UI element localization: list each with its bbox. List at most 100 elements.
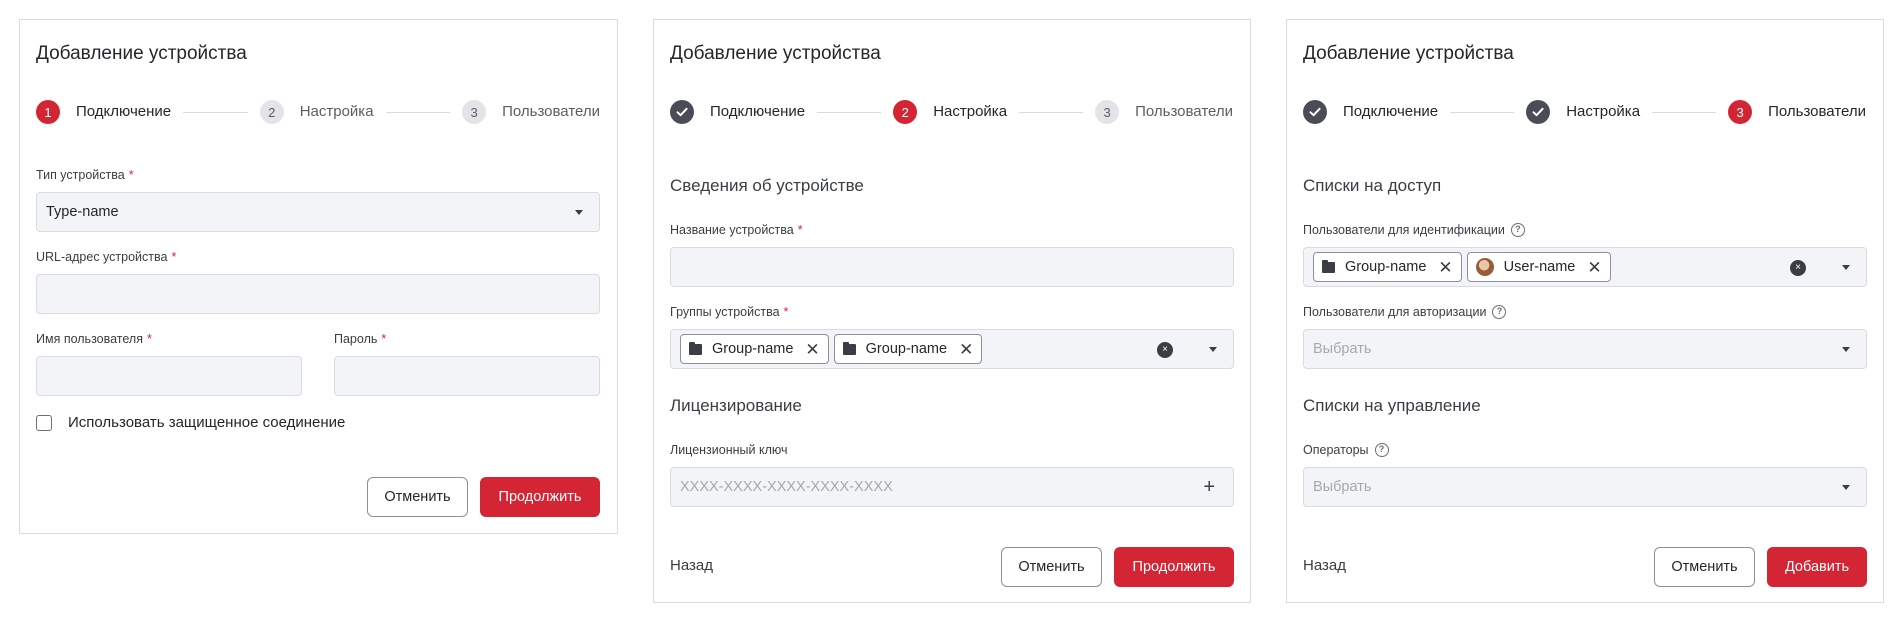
back-link[interactable]: Назад [670, 556, 713, 576]
required-mark: * [128, 168, 134, 182]
check-icon [1526, 100, 1551, 124]
password-input[interactable] [334, 356, 600, 396]
step-settings[interactable]: 2 Настройка [893, 100, 1007, 124]
secure-connection-checkbox[interactable] [36, 415, 52, 431]
required-mark: * [783, 305, 789, 319]
step-users[interactable]: 3 Пользователи [1095, 100, 1233, 124]
chevron-down-icon [1842, 485, 1850, 490]
chip-label: Group-name [712, 341, 794, 357]
step-connector [385, 111, 451, 113]
back-link[interactable]: Назад [1303, 556, 1346, 576]
user-chip: User-name ✕ [1466, 252, 1611, 282]
step-users[interactable]: 3 Пользователи [1728, 100, 1866, 124]
operators-select[interactable]: Выбрать [1303, 467, 1867, 507]
device-name-label: Название устройства * [670, 222, 803, 238]
close-icon[interactable]: ✕ [959, 341, 973, 358]
device-type-label: Тип устройства * [36, 167, 134, 183]
step-label: Подключение [710, 103, 806, 120]
add-device-dialog-step-3: Добавление устройства Подключение Настро… [1286, 19, 1884, 603]
group-chip: Group-name ✕ [833, 334, 983, 364]
close-icon[interactable]: ✕ [1587, 259, 1601, 276]
username-label: Имя пользователя * [36, 331, 152, 347]
add-button[interactable]: Добавить [1767, 547, 1867, 587]
chevron-down-icon[interactable] [1842, 265, 1850, 270]
continue-button[interactable]: Продолжить [480, 477, 600, 517]
label-text: Имя пользователя [36, 332, 143, 346]
step-connection[interactable]: 1 Подключение [36, 100, 171, 124]
step-label: Подключение [76, 103, 172, 120]
device-type-value: Type-name [46, 204, 119, 220]
ident-users-label: Пользователи для идентификации? [1303, 222, 1525, 238]
step-connection[interactable]: Подключение [1303, 100, 1438, 124]
step-settings[interactable]: 2 Настройка [259, 100, 374, 124]
device-groups-multiselect[interactable]: Group-name ✕ Group-name ✕ × [670, 329, 1234, 369]
cancel-button[interactable]: Отменить [1654, 547, 1755, 587]
help-icon[interactable]: ? [1510, 223, 1525, 237]
help-icon[interactable]: ? [1374, 443, 1389, 457]
clear-icon[interactable]: × [1157, 342, 1173, 358]
add-device-dialog-step-2: Добавление устройства Подключение 2 Наст… [653, 19, 1251, 603]
step-number-3: 3 [462, 100, 487, 124]
ident-users-multiselect[interactable]: Group-name ✕ User-name ✕ × [1303, 247, 1867, 287]
license-key-placeholder: XXXX-XXXX-XXXX-XXXX-XXXX [680, 479, 893, 495]
chevron-down-icon [575, 210, 583, 215]
label-text: Название устройства [670, 223, 794, 237]
label-text: Группы устройства [670, 305, 780, 319]
clear-icon[interactable]: × [1790, 260, 1806, 276]
folder-icon [689, 341, 702, 355]
step-label: Настройка [299, 103, 374, 120]
step-connection[interactable]: Подключение [670, 100, 805, 124]
continue-button[interactable]: Продолжить [1114, 547, 1234, 587]
label-text: Тип устройства [36, 168, 125, 182]
section-title-management: Списки на управление [1303, 396, 1481, 415]
step-number-3: 3 [1728, 100, 1753, 124]
label-text: Пользователи для авторизации [1303, 305, 1487, 319]
cancel-button[interactable]: Отменить [1001, 547, 1102, 587]
device-type-select[interactable]: Type-name [36, 192, 600, 232]
operators-placeholder: Выбрать [1313, 479, 1372, 495]
folder-icon [842, 341, 856, 355]
cancel-button[interactable]: Отменить [367, 477, 468, 517]
dialog-title: Добавление устройства [670, 43, 881, 64]
device-groups-label: Группы устройства * [670, 304, 788, 320]
label-text: Пользователи для идентификации [1303, 223, 1505, 237]
check-icon [670, 100, 694, 124]
label-text: URL-адрес устройства [36, 250, 168, 264]
license-key-input[interactable]: XXXX-XXXX-XXXX-XXXX-XXXX + [670, 467, 1234, 507]
step-number-2: 2 [259, 100, 284, 124]
step-label: Пользователи [1768, 103, 1866, 120]
auth-users-label: Пользователи для авторизации? [1303, 304, 1507, 320]
auth-users-select[interactable]: Выбрать [1303, 329, 1867, 369]
stepper: Подключение 2 Настройка 3 Пользователи [670, 100, 1233, 124]
step-number-3: 3 [1095, 100, 1120, 124]
plus-icon[interactable]: + [1203, 476, 1215, 498]
chip-label: Group-name [1345, 259, 1427, 275]
step-connector [1019, 111, 1084, 113]
add-device-dialog-step-1: Добавление устройства 1 Подключение 2 На… [19, 19, 618, 534]
required-mark: * [171, 250, 177, 264]
close-icon[interactable]: ✕ [1438, 259, 1452, 276]
url-input[interactable] [36, 274, 600, 314]
chevron-down-icon[interactable] [1209, 347, 1217, 352]
close-icon[interactable]: ✕ [805, 341, 819, 358]
help-icon[interactable]: ? [1492, 305, 1507, 319]
device-name-input[interactable] [670, 247, 1234, 287]
secure-connection-label[interactable]: Использовать защищенное соединение [68, 413, 345, 433]
step-label: Пользователи [1135, 103, 1233, 120]
section-title-access: Списки на доступ [1303, 176, 1442, 195]
license-key-label: Лицензионный ключ [670, 442, 788, 458]
step-connector [1450, 111, 1515, 113]
avatar [1475, 258, 1494, 276]
stepper: Подключение Настройка 3 Пользователи [1303, 100, 1866, 124]
username-input[interactable] [36, 356, 302, 396]
step-connector [1652, 111, 1717, 113]
group-chip: Group-name ✕ [680, 334, 829, 364]
chip-label: User-name [1503, 259, 1576, 275]
step-label: Настройка [933, 103, 1008, 120]
step-label: Настройка [1566, 103, 1641, 120]
step-users[interactable]: 3 Пользователи [462, 100, 600, 124]
step-settings[interactable]: Настройка [1526, 100, 1640, 124]
chevron-down-icon [1842, 347, 1850, 352]
required-mark: * [797, 223, 803, 237]
required-mark: * [381, 332, 387, 346]
